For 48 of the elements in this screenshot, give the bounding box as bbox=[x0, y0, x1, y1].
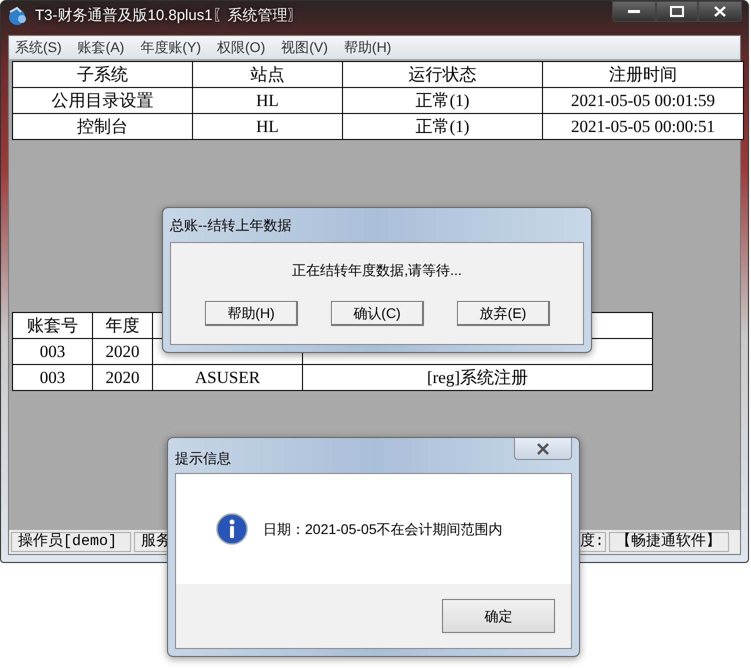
column-header: 年度 bbox=[93, 313, 153, 339]
table-cell: ASUSER bbox=[153, 365, 303, 391]
status-text: 度: bbox=[580, 531, 604, 552]
menu-item[interactable]: 系统(S) bbox=[15, 37, 62, 58]
table-cell: 正常(1) bbox=[343, 114, 543, 140]
window-title: T3-财务通普及版10.8plus1〖系统管理〗 bbox=[35, 6, 303, 26]
info-icon bbox=[216, 513, 248, 545]
menu-item[interactable]: 账套(A) bbox=[78, 37, 124, 58]
dialog-message: 正在结转年度数据,请等待... bbox=[292, 261, 462, 280]
status-text: 【畅捷通软件】 bbox=[616, 532, 721, 552]
table-cell: 2020 bbox=[93, 365, 153, 391]
table-cell: 正常(1) bbox=[343, 88, 543, 114]
app-logo-icon bbox=[7, 6, 29, 26]
ok-button[interactable]: 确定 bbox=[442, 599, 555, 633]
table-cell: 2021-05-05 00:01:59 bbox=[543, 88, 744, 114]
table-cell: 003 bbox=[13, 365, 93, 391]
menu-item[interactable]: 年度账(Y) bbox=[140, 37, 202, 58]
dialog-button[interactable]: 帮助(H) bbox=[204, 301, 298, 326]
close-button[interactable] bbox=[514, 438, 572, 460]
column-header: 站点 bbox=[193, 62, 343, 88]
column-header: 子系统 bbox=[13, 62, 193, 88]
column-header: 注册时间 bbox=[543, 62, 744, 88]
table-cell: [reg]系统注册 bbox=[303, 365, 653, 391]
minimize-icon bbox=[628, 10, 640, 14]
dialog-button[interactable]: 放弃(E) bbox=[456, 301, 550, 326]
table-cell: 2020 bbox=[93, 339, 153, 365]
menu-item[interactable]: 帮助(H) bbox=[344, 37, 392, 58]
menu-item[interactable]: 视图(V) bbox=[281, 37, 328, 58]
maximize-button[interactable] bbox=[656, 1, 698, 22]
status-text: 操作员[demo] bbox=[18, 532, 118, 552]
column-header: 运行状态 bbox=[343, 62, 543, 88]
column-header: 账套号 bbox=[13, 313, 93, 339]
table-cell: HL bbox=[193, 88, 343, 114]
table-cell: HL bbox=[193, 114, 343, 140]
close-icon bbox=[714, 6, 726, 17]
table-cell: 控制台 bbox=[13, 114, 193, 140]
table-cell: 003 bbox=[13, 339, 93, 365]
close-icon bbox=[536, 442, 550, 454]
menu-item[interactable]: 权限(O) bbox=[217, 37, 266, 58]
maximize-icon bbox=[670, 6, 684, 17]
dialog-title: 总账--结转上年数据 bbox=[170, 216, 292, 234]
table-cell: 公用目录设置 bbox=[13, 88, 193, 114]
table-cell: 2021-05-05 00:00:51 bbox=[543, 114, 744, 140]
dialog-title: 提示信息 bbox=[175, 449, 231, 468]
dialog-message: 日期：2021-05-05不在会计期间范围内 bbox=[263, 520, 503, 538]
minimize-button[interactable] bbox=[612, 1, 656, 22]
close-button[interactable] bbox=[698, 1, 742, 22]
dialog-button[interactable]: 确认(C) bbox=[330, 301, 424, 326]
